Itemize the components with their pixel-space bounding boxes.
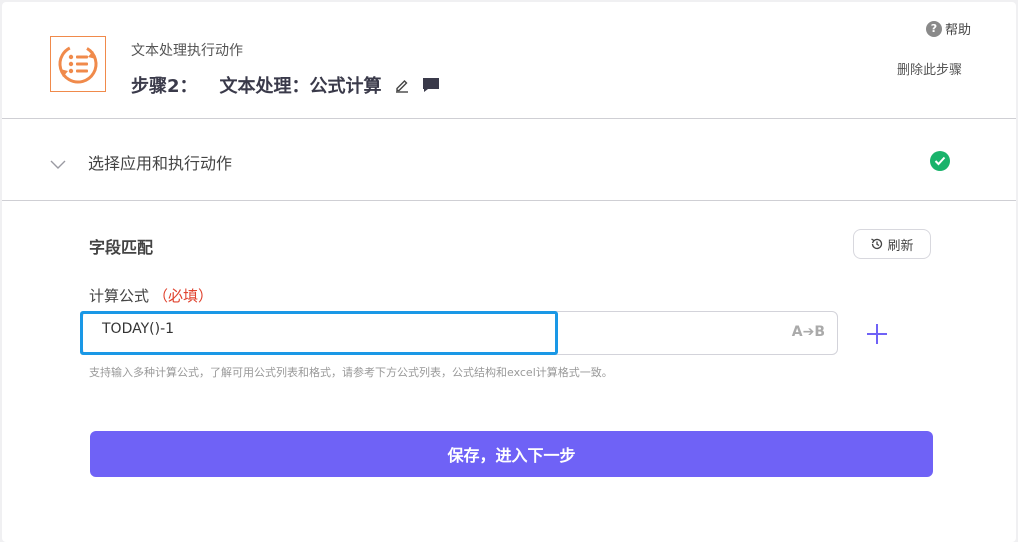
refresh-button[interactable]: 刷新	[853, 229, 931, 259]
formula-field-name: 计算公式	[89, 287, 150, 305]
refresh-label: 刷新	[887, 238, 914, 254]
formula-input[interactable]: TODAY()-1 A➔B	[82, 311, 838, 355]
field-mapping-title: 字段匹配	[89, 238, 154, 257]
delete-step-link[interactable]: 删除此步骤	[897, 59, 962, 78]
chevron-down-icon	[50, 155, 66, 174]
formula-field-label: 计算公式 （必填）	[89, 285, 213, 306]
step-card: 文本处理执行动作 步骤2： 文本处理：公式计算 ? 帮助 删除此步骤 选择应用和…	[2, 2, 1016, 542]
step-title-row: 步骤2： 文本处理：公式计算	[131, 72, 440, 98]
required-tag: （必填）	[153, 287, 214, 305]
help-link[interactable]: ? 帮助	[926, 19, 971, 38]
formula-input-value: TODAY()-1	[102, 321, 175, 337]
refresh-icon	[871, 238, 883, 250]
help-label: 帮助	[945, 23, 972, 38]
check-circle-icon	[930, 151, 950, 171]
edit-icon[interactable]	[394, 77, 410, 93]
app-text-processing-icon	[50, 36, 106, 92]
formula-hint: 支持输入多种计算公式，了解可用公式列表和格式，请参考下方公式列表，公式结构和ex…	[89, 366, 613, 379]
section-title: 选择应用和执行动作	[88, 154, 233, 173]
step-subtitle: 文本处理执行动作	[131, 43, 243, 59]
divider	[2, 200, 1016, 201]
help-icon: ?	[926, 20, 942, 37]
step-title: 文本处理：公式计算	[219, 76, 382, 97]
section-select-app[interactable]: 选择应用和执行动作	[2, 121, 1016, 201]
plus-icon[interactable]	[866, 323, 888, 349]
type-transform-icon[interactable]: A➔B	[792, 324, 825, 340]
save-next-button[interactable]: 保存，进入下一步	[90, 431, 933, 477]
divider	[2, 118, 1016, 119]
step-label: 步骤2：	[131, 76, 198, 97]
comment-icon[interactable]	[422, 77, 440, 93]
